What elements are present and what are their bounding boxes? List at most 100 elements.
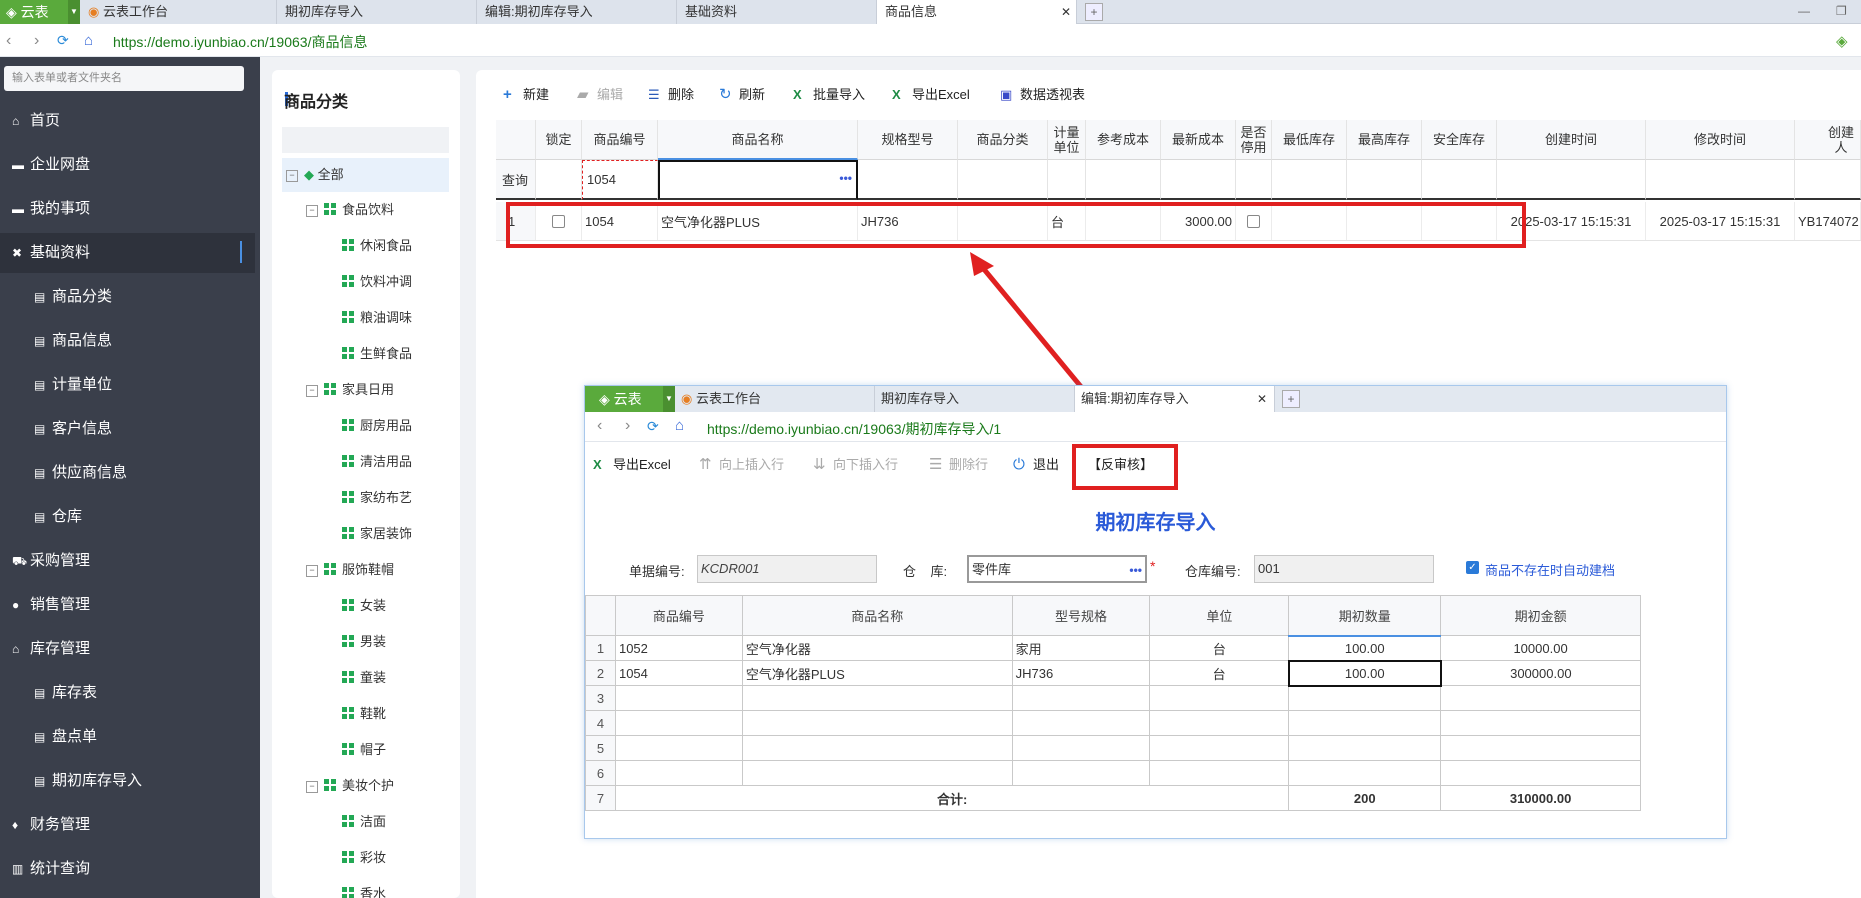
tree-node-hats[interactable]: 帽子 [342,733,386,767]
query-cell[interactable] [1048,160,1086,200]
col-header-qty[interactable]: 期初数量 [1288,595,1442,637]
new-button[interactable]: + 新建 [503,84,549,103]
spec-cell[interactable]: JH736 [1011,660,1151,686]
amount-cell[interactable] [1440,760,1641,786]
col-header-max-stock[interactable]: 最高库存 [1347,120,1422,160]
qty-cell[interactable] [1288,710,1442,736]
logo-dropdown-icon[interactable]: ▼ [68,0,80,24]
tree-node-shoes[interactable]: 鞋靴 [342,697,386,731]
sidebar-item-category[interactable]: ▤ 商品分类 [0,277,255,317]
refresh-icon[interactable]: ⟳ [57,32,69,49]
query-cell[interactable] [1347,160,1422,200]
diamond-icon[interactable]: ◈ [1836,32,1848,50]
tree-node-textiles[interactable]: 家纺布艺 [342,481,412,515]
modified-cell[interactable]: 2025-03-17 15:15:31 [1646,202,1795,240]
code-cell[interactable] [614,710,743,736]
creator-cell[interactable]: YB174072 [1795,202,1861,240]
restore-icon[interactable]: ❐ [1836,4,1847,18]
close-icon[interactable]: ✕ [1061,0,1071,24]
collapse-icon[interactable]: − [306,781,318,793]
popup-tab-workbench[interactable]: ◉ 云表工作台 [675,386,875,412]
amount-cell[interactable] [1440,710,1641,736]
pivot-button[interactable]: ▣ 数据透视表 [1000,84,1085,103]
query-cell[interactable] [958,160,1048,200]
unit-cell[interactable] [1149,685,1290,711]
forward-icon[interactable]: › [625,417,630,435]
more-icon[interactable]: ••• [1129,557,1142,583]
tree-node-household[interactable]: − 家具日用 [306,373,394,407]
col-header-category[interactable]: 商品分类 [958,120,1048,160]
category-search-input[interactable] [282,127,449,153]
refresh-button[interactable]: ↻ 刷新 [719,84,765,103]
sidebar-item-stock-table[interactable]: ▤ 库存表 [0,673,255,713]
sidebar-item-finance[interactable]: ♦ 财务管理 [0,805,255,845]
qty-cell[interactable] [1288,685,1442,711]
sidebar-item-customer[interactable]: ▤ 客户信息 [0,409,255,449]
col-header-code[interactable]: 商品编号 [614,595,743,636]
home-icon[interactable]: ⌂ [675,417,684,434]
col-header-name[interactable]: 商品名称 [741,595,1013,636]
name-cell[interactable] [741,760,1013,786]
sidebar-item-inventory[interactable]: ⌂ 库存管理 [0,629,255,669]
col-header-modified[interactable]: 修改时间 [1646,120,1795,160]
query-cell[interactable] [1646,160,1795,200]
sidebar-item-supplier[interactable]: ▤ 供应商信息 [0,453,255,493]
auto-create-checkbox[interactable]: ✓ [1466,561,1479,574]
unit-cell[interactable] [1149,735,1290,761]
unit-cell[interactable]: 台 [1149,660,1290,686]
tree-node-fresh[interactable]: 生鲜食品 [342,337,412,371]
sidebar-item-product-info[interactable]: ▤ 商品信息 [0,321,255,361]
insert-below-button[interactable]: ⇊ 向下插入行 [813,454,898,473]
home-icon[interactable]: ⌂ [84,32,93,49]
tree-node-grain-oil[interactable]: 粮油调味 [342,301,412,335]
sidebar-item-home[interactable]: ⌂ 首页 [0,101,255,141]
qty-cell[interactable] [1288,760,1442,786]
code-cell[interactable] [614,735,743,761]
tree-node-decor[interactable]: 家居装饰 [342,517,412,551]
col-header-code[interactable]: 商品编号 [582,120,658,160]
minimize-icon[interactable]: — [1798,4,1810,18]
col-header-ref-cost[interactable]: 参考成本 [1086,120,1161,160]
sidebar-item-statistics[interactable]: ▥ 统计查询 [0,849,255,889]
code-cell[interactable] [614,760,743,786]
tree-node-kids[interactable]: 童装 [342,661,386,695]
name-cell[interactable]: 空气净化器PLUS [741,660,1013,686]
popup-logo[interactable]: ◈ 云表 [585,386,675,412]
query-cell[interactable] [1422,160,1497,200]
tree-node-snacks[interactable]: 休闲食品 [342,229,412,263]
query-cell-lock[interactable] [536,160,582,200]
more-icon[interactable]: ••• [839,171,852,185]
col-header-spec[interactable]: 型号规格 [1011,595,1151,636]
qty-cell[interactable]: 100.00 [1287,659,1442,687]
delete-button[interactable]: ☰ 删除 [648,84,694,103]
col-header-latest-cost[interactable]: 最新成本 [1161,120,1236,160]
code-cell[interactable] [614,685,743,711]
tab-workbench[interactable]: ◉ 云表工作台 [80,0,277,24]
spec-cell[interactable]: 家用 [1011,635,1151,661]
tree-node-men[interactable]: 男装 [342,625,386,659]
tree-node-cleanser[interactable]: 洁面 [342,805,386,839]
query-cell[interactable] [1086,160,1161,200]
edit-button[interactable]: ▰ 编辑 [577,84,623,103]
unit-cell[interactable]: 台 [1149,635,1290,661]
tree-node-cleaning[interactable]: 清洁用品 [342,445,412,479]
query-cell[interactable] [1795,160,1861,200]
tab-product-info[interactable]: 商品信息 ✕ [877,0,1077,24]
doc-no-field[interactable]: KCDR001 [697,555,877,583]
col-header-lock[interactable]: 锁定 [536,120,582,160]
collapse-icon[interactable]: − [286,170,298,182]
new-tab-icon[interactable]: + [1085,3,1103,21]
col-header-spec[interactable]: 规格型号 [858,120,958,160]
sidebar-search-input[interactable]: 输入表单或者文件夹名 [4,66,244,91]
code-cell[interactable]: 1052 [614,635,743,661]
name-cell[interactable] [741,685,1013,711]
export-excel-button[interactable]: X 导出Excel [892,84,970,103]
refresh-icon[interactable]: ⟳ [647,418,659,435]
warehouse-code-field[interactable]: 001 [1254,555,1434,583]
popup-url-text[interactable]: https://demo.iyunbiao.cn/19063/期初库存导入/1 [707,419,1001,439]
collapse-icon[interactable]: − [306,565,318,577]
col-header-disabled[interactable]: 是否停用 [1236,120,1272,160]
qty-cell[interactable] [1288,735,1442,761]
popup-tab-opening-stock[interactable]: 期初库存导入 [875,386,1075,412]
sidebar-item-basic-data[interactable]: ✖ 基础资料 [0,233,255,273]
